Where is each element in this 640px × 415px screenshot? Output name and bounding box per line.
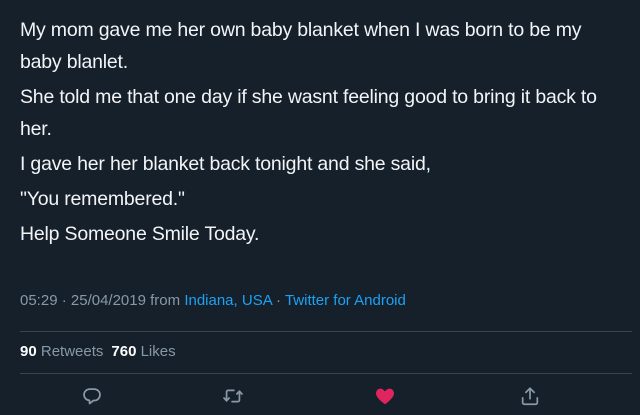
tweet-meta: 05:29 · 25/04/2019 from Indiana, USA · T… <box>20 292 406 309</box>
meta-separator: · <box>276 292 282 309</box>
tweet-actions <box>0 383 640 409</box>
share-button[interactable] <box>517 383 543 409</box>
heart-icon <box>376 388 394 405</box>
retweets-label: Retweets <box>40 343 104 360</box>
retweets-stat[interactable]: 90 Retweets <box>20 343 103 360</box>
tweet-time[interactable]: 05:29 <box>20 292 58 309</box>
retweets-count: 90 <box>20 343 37 360</box>
tweet-paragraph: I gave her her blanket back tonight and … <box>20 153 431 175</box>
from-label: from <box>150 292 181 309</box>
likes-label: Likes <box>140 343 176 360</box>
tweet-date[interactable]: 25/04/2019 <box>71 292 146 309</box>
like-button[interactable] <box>372 383 398 409</box>
divider <box>20 331 632 332</box>
meta-separator: · <box>61 292 67 309</box>
reply-button[interactable] <box>79 383 105 409</box>
tweet-paragraph: She told me that one day if she wasnt fe… <box>20 86 597 140</box>
tweet-client-link[interactable]: Twitter for Android <box>285 292 406 309</box>
tweet-location-link[interactable]: Indiana, USA <box>184 292 272 309</box>
tweet-stats: 90 Retweets 760 Likes <box>20 343 176 360</box>
divider <box>20 373 632 374</box>
reply-icon <box>83 388 101 405</box>
tweet-paragraph: Help Someone Smile Today. <box>20 223 260 245</box>
share-icon <box>521 387 539 406</box>
tweet-detail: My mom gave me her own baby blanket when… <box>0 0 640 415</box>
retweet-icon <box>223 389 243 403</box>
likes-stat[interactable]: 760 Likes <box>111 343 175 360</box>
retweet-button[interactable] <box>220 383 246 409</box>
tweet-paragraph: "You remembered." <box>20 188 185 210</box>
tweet-text: My mom gave me her own baby blanket when… <box>20 14 620 250</box>
tweet-paragraph: My mom gave me her own baby blanket when… <box>20 19 582 73</box>
likes-count: 760 <box>111 343 137 360</box>
